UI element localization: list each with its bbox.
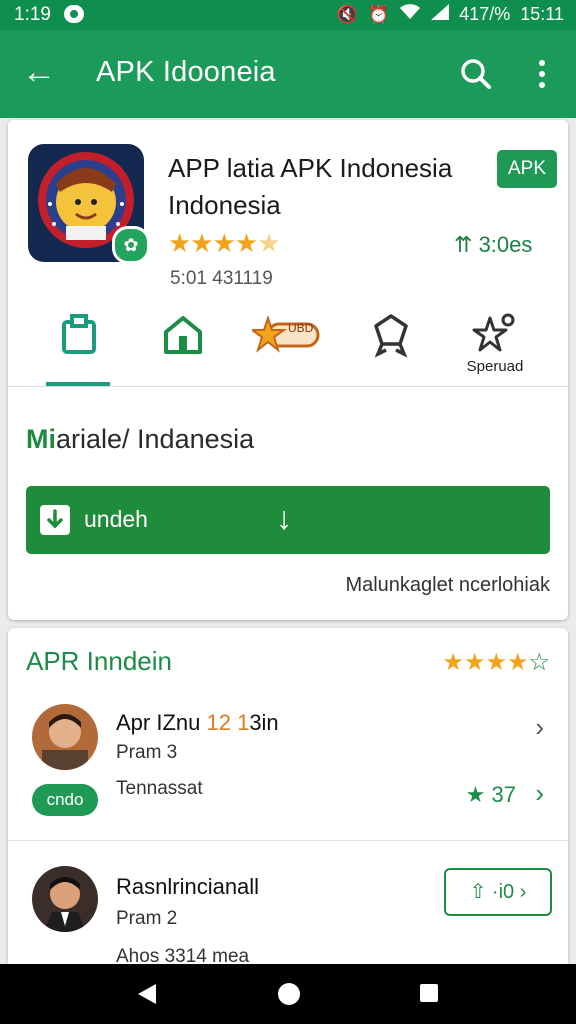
app-name-line1: APP latia APK Indonesia [168, 153, 453, 183]
upload-icon: ⇈ [454, 232, 473, 257]
back-arrow-icon[interactable]: ← [22, 52, 56, 92]
reviewer-name-prefix: Apr IZnu [116, 710, 207, 735]
award-icon [374, 314, 408, 358]
reviews-stars: ★★★★☆ [442, 649, 550, 676]
tab-star-pin[interactable]: Speruad [452, 300, 538, 390]
size-info: ⇈ 3:0es [454, 232, 532, 258]
status-right: 🔇 ⏰ 417/% 15:11 [337, 4, 564, 25]
home-icon [164, 316, 202, 354]
star-badge-text: UBD [288, 321, 314, 335]
nav-back-icon[interactable] [138, 984, 156, 1004]
reviewer-name: Apr IZnu 12 13in [116, 710, 279, 736]
status-time-right: 15:11 [520, 4, 564, 24]
more-vert-icon[interactable] [528, 54, 556, 94]
helpful-button[interactable]: ⇧ ·i0 › [444, 868, 552, 916]
nav-recents-icon[interactable] [420, 984, 438, 1002]
download-label: undeh [84, 506, 148, 532]
review-rating-value: 37 [491, 782, 516, 807]
tab-label: Speruad [466, 358, 524, 375]
chevron-right-icon[interactable]: › [535, 778, 544, 809]
size-text: 3:0es [478, 232, 533, 257]
alarm-icon: ⏰ [368, 4, 390, 24]
download-box-icon [40, 505, 70, 535]
section-title-text: ariale/ Indanesia [56, 424, 255, 454]
section-title: Miariale/ Indanesia [26, 424, 254, 455]
system-nav-bar [0, 964, 576, 1024]
tab-star-badge[interactable]: UBD [244, 300, 330, 390]
avatar[interactable] [32, 866, 98, 932]
status-time-left: 1:19 [14, 4, 51, 25]
review-rating: ★ 37 [466, 782, 516, 808]
app-name-line2: Indonesia [168, 190, 281, 220]
wifi-icon [399, 4, 421, 25]
download-button[interactable]: undeh ↓ [26, 486, 550, 554]
signal-icon [431, 4, 450, 25]
battery-text: 417/% [459, 4, 511, 24]
app-name: APP latia APK Indonesia Indonesia [168, 150, 488, 224]
tab-award[interactable] [348, 300, 434, 390]
star-icon: ★ [465, 782, 486, 807]
mute-icon: 🔇 [336, 4, 359, 24]
apk-badge[interactable]: APK [497, 150, 557, 188]
app-bar: ← APK Idooneia [0, 30, 576, 118]
avatar[interactable] [32, 704, 98, 770]
app-rating-stars: ★★★★★ [168, 228, 281, 258]
nav-home-icon[interactable] [278, 983, 300, 1005]
reviews-card: APR Inndein ★★★★☆ Apr IZnu 12 13in Pram … [8, 628, 568, 968]
status-bar: 1:19 🔇 ⏰ 417/% 15:11 [0, 0, 576, 30]
download-arrow-icon: ↓ [276, 500, 292, 536]
reviewer-sub: Pram 2 [116, 908, 178, 929]
review-text: Tennassat [116, 778, 203, 799]
app-detail-card: ✿ APP latia APK Indonesia Indonesia APK … [8, 120, 568, 620]
star-pin-icon [472, 313, 515, 352]
tab-clipboard[interactable] [36, 300, 122, 390]
search-icon[interactable] [456, 54, 496, 94]
reviews-title: APR Inndein [26, 646, 172, 676]
reviewer-name: Rasnlrincianall [116, 874, 260, 899]
divider [8, 840, 568, 841]
divider [8, 386, 568, 387]
tab-home[interactable] [140, 300, 226, 390]
version-text: 5:01 431119 [170, 268, 273, 289]
verified-badge-icon: ✿ [112, 226, 150, 264]
app-bar-title: APK Idooneia [96, 56, 276, 88]
status-pill[interactable]: cndo [32, 784, 98, 816]
star-badge-icon [252, 314, 320, 353]
section-title-prefix: Mi [26, 424, 56, 454]
reviewer-name-suffix: 3in [249, 710, 279, 735]
reviewer-sub: Pram 3 [116, 742, 178, 763]
notification-icon [64, 5, 84, 23]
reviewer-name-number: 12 1 [206, 710, 250, 735]
clipboard-icon [62, 314, 96, 354]
help-link[interactable]: Malunkaglet ncerlohiak [345, 574, 550, 597]
chevron-right-icon[interactable]: › [535, 712, 544, 743]
